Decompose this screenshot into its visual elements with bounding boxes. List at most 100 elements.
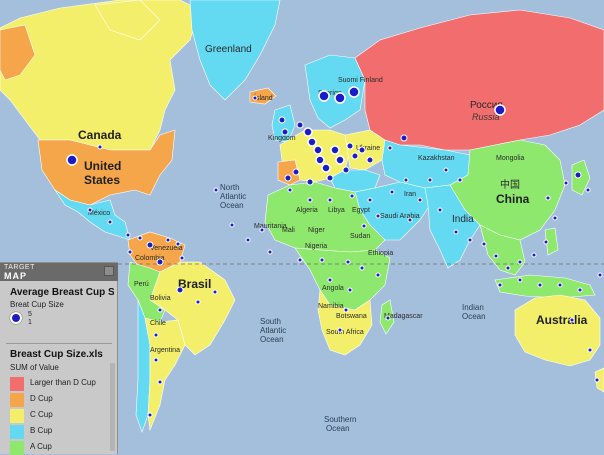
legend-item-d-cup[interactable]: D Cup	[10, 393, 114, 407]
map-marker[interactable]	[407, 217, 413, 223]
map-marker[interactable]	[306, 178, 314, 186]
map-marker[interactable]	[389, 189, 395, 195]
map-marker[interactable]	[313, 145, 323, 155]
map-marker[interactable]	[125, 232, 131, 238]
map-marker[interactable]	[347, 287, 353, 293]
map-marker[interactable]	[153, 332, 159, 338]
map-marker[interactable]	[494, 104, 506, 116]
map-marker[interactable]	[417, 197, 423, 203]
map-marker[interactable]	[330, 145, 340, 155]
map-marker[interactable]	[543, 239, 549, 245]
map-marker[interactable]	[213, 187, 219, 193]
map-marker[interactable]	[284, 174, 292, 182]
map-marker[interactable]	[481, 241, 487, 247]
map-marker[interactable]	[157, 379, 163, 385]
map-marker[interactable]	[345, 259, 351, 265]
map-marker[interactable]	[403, 177, 409, 183]
map-marker[interactable]	[326, 174, 334, 182]
map-marker[interactable]	[87, 207, 93, 213]
map-marker[interactable]	[278, 116, 286, 124]
map-marker[interactable]	[346, 142, 354, 150]
map-marker[interactable]	[517, 259, 523, 265]
map-marker[interactable]	[296, 121, 304, 129]
map-marker[interactable]	[165, 237, 171, 243]
map-marker[interactable]	[259, 227, 265, 233]
legend-scrollbar[interactable]	[110, 363, 115, 451]
map-marker[interactable]	[127, 249, 133, 255]
map-marker[interactable]	[497, 282, 503, 288]
legend-item-b-cup[interactable]: B Cup	[10, 425, 114, 439]
map-marker[interactable]	[176, 286, 184, 294]
panel-toggle-button[interactable]	[104, 266, 114, 276]
map-marker[interactable]	[292, 168, 300, 176]
map-marker[interactable]	[594, 377, 600, 383]
map-marker[interactable]	[315, 155, 325, 165]
map-marker[interactable]	[400, 134, 408, 142]
map-marker[interactable]	[493, 253, 499, 259]
map-marker[interactable]	[545, 195, 551, 201]
map-marker[interactable]	[453, 229, 459, 235]
map-marker[interactable]	[252, 95, 258, 101]
legend-item-c-cup[interactable]: C Cup	[10, 409, 114, 423]
map-marker[interactable]	[195, 299, 201, 305]
map-marker[interactable]	[327, 197, 333, 203]
map-marker[interactable]	[537, 282, 543, 288]
legend-item-a-cup[interactable]: A Cup	[10, 441, 114, 455]
map-marker[interactable]	[375, 213, 381, 219]
map-marker[interactable]	[467, 237, 473, 243]
map-marker[interactable]	[517, 277, 523, 283]
map-marker[interactable]	[361, 223, 367, 229]
map-marker[interactable]	[427, 177, 433, 183]
map-marker[interactable]	[307, 137, 317, 147]
map-marker[interactable]	[307, 197, 313, 203]
map-marker[interactable]	[318, 90, 330, 102]
map-marker[interactable]	[147, 412, 153, 418]
map-marker[interactable]	[552, 215, 558, 221]
map-marker[interactable]	[281, 128, 289, 136]
legend-item-larger-than-d[interactable]: Larger than D Cup	[10, 377, 114, 391]
map-marker[interactable]	[146, 241, 154, 249]
map-marker[interactable]	[343, 307, 349, 313]
map-marker[interactable]	[569, 317, 575, 323]
map-marker[interactable]	[175, 241, 181, 247]
map-marker[interactable]	[137, 235, 143, 241]
map-marker[interactable]	[587, 347, 593, 353]
map-marker[interactable]	[557, 282, 563, 288]
map-marker[interactable]	[335, 155, 345, 165]
map-marker[interactable]	[107, 219, 113, 225]
map-marker[interactable]	[153, 357, 159, 363]
map-marker[interactable]	[297, 257, 303, 263]
map-marker[interactable]	[597, 272, 603, 278]
map-marker[interactable]	[327, 277, 333, 283]
map-marker[interactable]	[443, 167, 449, 173]
map-marker[interactable]	[359, 265, 365, 271]
map-marker[interactable]	[574, 171, 582, 179]
map-marker[interactable]	[577, 287, 583, 293]
map-marker[interactable]	[179, 255, 185, 261]
map-marker[interactable]	[585, 187, 591, 193]
map-marker[interactable]	[212, 289, 218, 295]
map-marker[interactable]	[348, 86, 360, 98]
map-marker[interactable]	[358, 146, 366, 154]
map-marker[interactable]	[387, 145, 393, 151]
map-marker[interactable]	[457, 177, 463, 183]
map-marker[interactable]	[366, 156, 374, 164]
map-marker[interactable]	[342, 166, 350, 174]
map-marker[interactable]	[319, 257, 325, 263]
map-marker[interactable]	[367, 197, 373, 203]
map-marker[interactable]	[97, 144, 103, 150]
map-marker[interactable]	[385, 315, 391, 321]
map-marker[interactable]	[505, 265, 511, 271]
map-marker[interactable]	[156, 258, 164, 266]
map-marker[interactable]	[321, 163, 331, 173]
map-marker[interactable]	[245, 237, 251, 243]
map-marker[interactable]	[287, 187, 293, 193]
map-marker[interactable]	[337, 327, 343, 333]
map-marker[interactable]	[351, 152, 359, 160]
map-marker[interactable]	[66, 154, 78, 166]
map-marker[interactable]	[229, 222, 235, 228]
map-marker[interactable]	[349, 193, 355, 199]
map-marker[interactable]	[375, 272, 381, 278]
map-marker[interactable]	[267, 249, 273, 255]
map-marker[interactable]	[563, 180, 569, 186]
